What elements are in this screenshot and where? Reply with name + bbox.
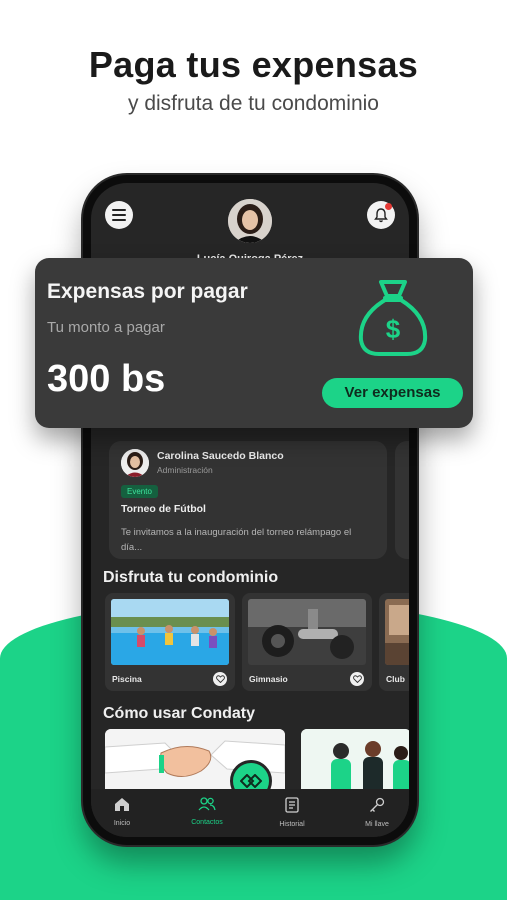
nav-label: Historial [279,821,305,828]
amenities-section-title: Disfruta tu condominio [103,569,279,586]
promo-headline: Paga tus expensas [88,44,419,85]
amenity-label: Gimnasio [249,674,288,684]
how-to-section-title: Cómo usar Condaty [103,705,256,722]
nav-label: Mi llave [365,821,389,828]
heart-icon [352,675,362,683]
home-icon [115,798,129,811]
expense-card-title: Expensas por pagar [47,280,248,303]
post-body: Te invitamos a la inauguración del torne… [121,527,352,553]
notification-dot [385,203,392,210]
hamburger-menu-icon [112,209,126,221]
bell-icon [374,207,388,222]
condaty-logo-icon [240,774,262,788]
nav-item-contactos[interactable]: Contactos [177,797,237,826]
expense-card: Expensas por pagar Tu monto a pagar 300 … [35,258,473,428]
amenity-card-gimnasio[interactable]: Gimnasio [242,593,372,691]
amenity-card-club[interactable]: Club [379,593,409,691]
key-icon [370,797,385,812]
view-expenses-button[interactable]: Ver expensas [322,378,463,408]
amenity-card-piscina[interactable]: Piscina [105,593,235,691]
expense-amount: 300 bs [47,358,166,400]
post-tag-badge: Evento [121,485,158,498]
user-avatar[interactable] [228,199,272,243]
bottom-navbar: Inicio Contactos Historial Mi llave [91,789,409,837]
amenity-label: Club [386,674,405,684]
heart-icon [215,675,225,683]
post-title: Torneo de Fútbol [121,503,206,515]
history-icon [285,797,299,813]
notifications-button[interactable] [367,201,395,229]
post-card[interactable]: Carolina Saucedo Blanco Administración E… [109,441,387,559]
nav-label: Contactos [191,819,223,826]
nav-item-mi-llave[interactable]: Mi llave [347,797,407,828]
promo-subline: y disfruta de tu condominio [128,92,379,115]
club-image [385,599,409,665]
amenity-label: Piscina [112,674,142,684]
nav-item-historial[interactable]: Historial [262,797,322,828]
money-bag-icon: $ [358,280,428,356]
favorite-button[interactable] [350,672,364,686]
expense-card-subtitle: Tu monto a pagar [47,319,165,336]
gym-image [248,599,366,665]
favorite-button[interactable] [213,672,227,686]
pool-image [111,599,229,665]
menu-button[interactable] [105,201,133,229]
svg-text:$: $ [386,314,401,344]
post-author-role: Administración [157,465,213,475]
nav-item-inicio[interactable]: Inicio [92,797,152,827]
post-card-next[interactable] [395,441,409,559]
nav-label: Inicio [113,820,131,827]
contacts-icon [198,797,216,811]
post-author-name: Carolina Saucedo Blanco [157,450,284,462]
post-author-avatar [121,449,149,477]
